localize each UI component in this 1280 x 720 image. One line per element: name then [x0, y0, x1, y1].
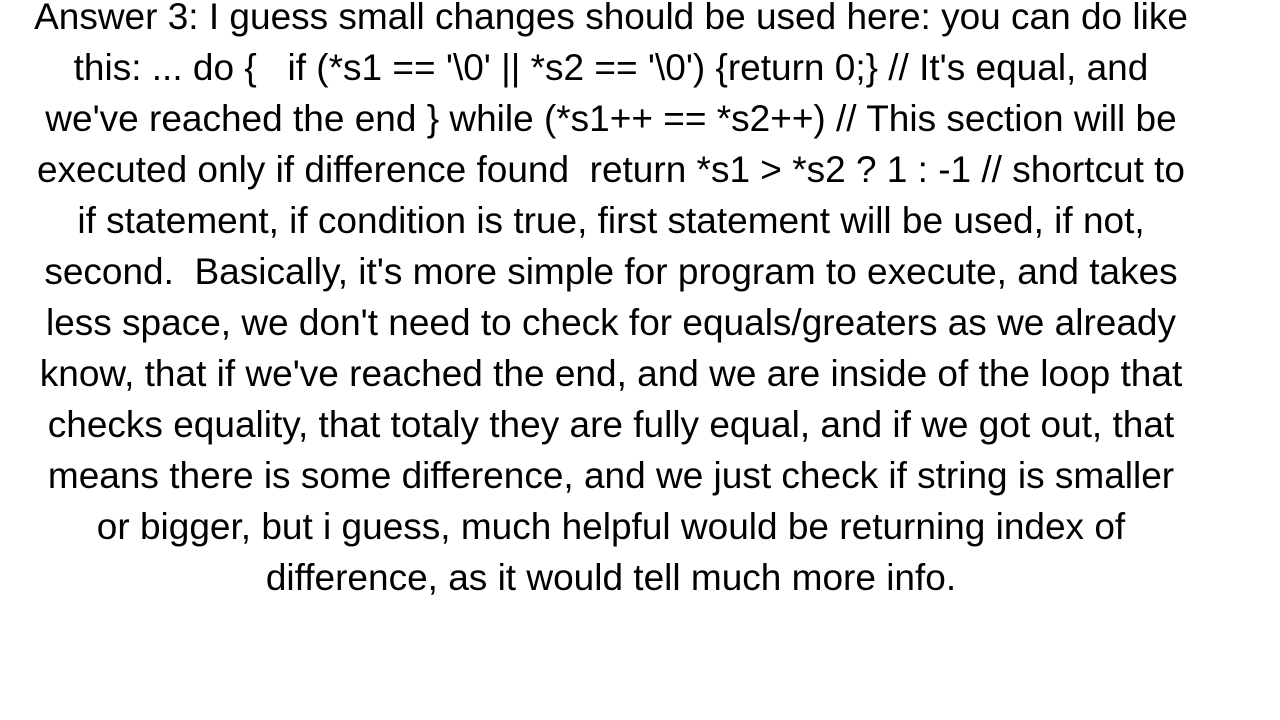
- answer-body-text: Answer 3: I guess small changes should b…: [34, 0, 1199, 598]
- text-viewport: Answer 3: I guess small changes should b…: [0, 0, 1280, 720]
